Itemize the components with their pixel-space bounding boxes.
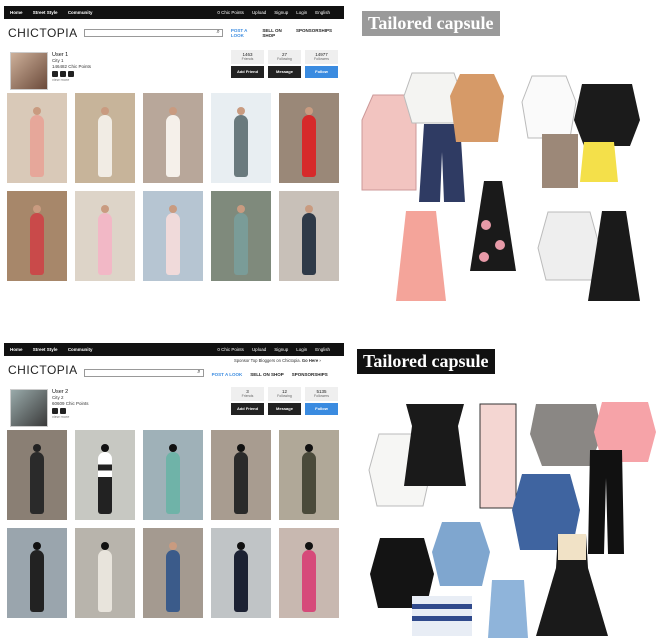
look-photo[interactable]: [143, 430, 203, 520]
language-link[interactable]: English: [315, 10, 330, 15]
look-photo[interactable]: [7, 528, 67, 618]
nav-home[interactable]: Home: [10, 347, 23, 352]
look-photo[interactable]: [75, 430, 135, 520]
look-photo[interactable]: [7, 93, 67, 183]
following-count: 12 Following: [268, 387, 301, 401]
search-icon[interactable]: ⌕: [216, 29, 219, 36]
message-button[interactable]: Message: [268, 403, 301, 415]
promo-link[interactable]: Go Here ›: [302, 358, 321, 363]
nav-sell-shop[interactable]: SELL ON SHOP: [250, 372, 283, 377]
look-photo[interactable]: [279, 528, 339, 618]
site-header: CHICTOPIA Sponsor Top Bloggers on Chicto…: [4, 356, 344, 384]
look-photo[interactable]: [75, 528, 135, 618]
look-photo[interactable]: [211, 528, 271, 618]
capsule-title: Tailored capsule: [357, 349, 495, 374]
followers-count: 5135 Followers: [305, 387, 338, 401]
nav-street-style[interactable]: Street Style: [33, 10, 58, 15]
following-count: 27 Following: [268, 50, 301, 64]
nav-community[interactable]: Community: [68, 10, 93, 15]
look-photo[interactable]: [279, 93, 339, 183]
search-icon[interactable]: ⌕: [197, 369, 200, 376]
look-photo[interactable]: [75, 191, 135, 281]
avatar[interactable]: [10, 52, 48, 90]
look-photo[interactable]: [211, 191, 271, 281]
search-input[interactable]: ⌕: [83, 369, 204, 377]
nav-post-look[interactable]: POST A LOOK: [231, 28, 255, 38]
add-friend-button[interactable]: Add Friend: [231, 403, 264, 415]
black-floral-dress-image[interactable]: [464, 175, 522, 275]
profile-panel-1: Home Street Style Community 0 Chic Point…: [4, 6, 344, 308]
login-link[interactable]: Login: [296, 347, 307, 352]
profile-panel-2: Home Street Style Community 0 Chic Point…: [4, 343, 344, 641]
search-input[interactable]: ⌕: [83, 29, 223, 37]
add-friend-button[interactable]: Add Friend: [231, 66, 264, 78]
photo-grid: [4, 430, 344, 618]
friends-count: 3 Friends: [231, 387, 264, 401]
top-nav-bar: Home Street Style Community 0 Chic Point…: [4, 343, 344, 356]
site-header: CHICTOPIA ⌕ POST A LOOK SELL ON SHOP SPO…: [4, 19, 344, 47]
message-button[interactable]: Message: [268, 66, 301, 78]
black-tulle-dress-image[interactable]: [534, 528, 610, 640]
signup-link[interactable]: Signup: [274, 10, 288, 15]
chambray-top-image[interactable]: [430, 518, 492, 590]
photo-grid: [4, 93, 344, 281]
logo[interactable]: CHICTOPIA: [8, 363, 78, 377]
user-points: 60609 Chic Points: [52, 401, 89, 406]
view-more-link[interactable]: view more: [52, 414, 89, 420]
language-link[interactable]: English: [315, 347, 330, 352]
chic-points: 0 Chic Points: [217, 347, 244, 352]
black-off-shoulder-dress-image[interactable]: [400, 392, 470, 490]
yellow-skirt-image[interactable]: [578, 140, 620, 184]
login-link[interactable]: Login: [296, 10, 307, 15]
look-photo[interactable]: [143, 191, 203, 281]
nav-sponsorships[interactable]: SPONSORSHIPS: [296, 28, 332, 38]
view-more-link[interactable]: view more: [52, 77, 91, 83]
capsule-title: Tailored capsule: [362, 11, 500, 36]
striped-shorts-image[interactable]: [410, 594, 474, 638]
nav-post-look[interactable]: POST A LOOK: [212, 372, 243, 377]
nav-home[interactable]: Home: [10, 10, 23, 15]
denim-skirt-image[interactable]: [486, 578, 530, 640]
nav-street-style[interactable]: Street Style: [33, 347, 58, 352]
look-photo[interactable]: [143, 528, 203, 618]
upload-link[interactable]: Upload: [252, 347, 266, 352]
tan-blouse-image[interactable]: [448, 70, 506, 146]
followers-count: 14977 Followers: [305, 50, 338, 64]
follow-button[interactable]: Follow: [305, 403, 338, 415]
pink-slip-dress-image[interactable]: [392, 205, 450, 305]
top-nav-bar: Home Street Style Community 0 Chic Point…: [4, 6, 344, 19]
avatar[interactable]: [10, 389, 48, 427]
look-photo[interactable]: [279, 191, 339, 281]
user-profile: User 2 City 2 60609 Chic Points view mor…: [4, 384, 344, 430]
user-profile: User 1 City 1 146482 Chic Points view mo…: [4, 47, 344, 93]
chic-points: 0 Chic Points: [217, 10, 244, 15]
upload-link[interactable]: Upload: [252, 10, 266, 15]
friends-count: 1463 Friends: [231, 50, 264, 64]
look-photo[interactable]: [7, 430, 67, 520]
nav-sponsorships[interactable]: SPONSORSHIPS: [292, 372, 328, 377]
signup-link[interactable]: Signup: [274, 347, 288, 352]
follow-button[interactable]: Follow: [305, 66, 338, 78]
black-wrap-dress-image[interactable]: [586, 205, 642, 305]
user-points: 146482 Chic Points: [52, 64, 92, 69]
look-photo[interactable]: [279, 430, 339, 520]
look-photo[interactable]: [7, 191, 67, 281]
nav-sell-shop[interactable]: SELL ON SHOP: [262, 28, 288, 38]
look-photo[interactable]: [211, 430, 271, 520]
logo[interactable]: CHICTOPIA: [8, 26, 78, 40]
promo-banner: Sponsor Top Bloggers on Chictopia. Go He…: [234, 358, 321, 363]
look-photo[interactable]: [143, 93, 203, 183]
look-photo[interactable]: [211, 93, 271, 183]
nav-community[interactable]: Community: [68, 347, 93, 352]
look-photo[interactable]: [75, 93, 135, 183]
